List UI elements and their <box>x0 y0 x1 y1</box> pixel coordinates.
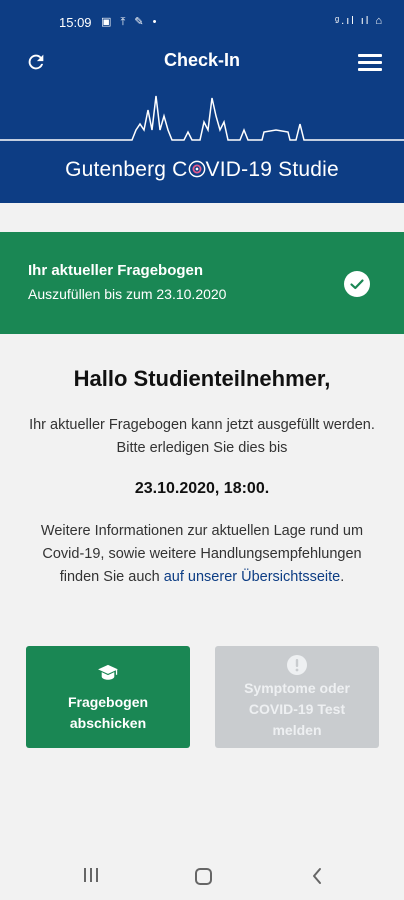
submit-label-line1: Fragebogen <box>67 694 149 710</box>
greeting-heading: Hallo Studienteilnehmer, <box>73 366 331 391</box>
report-label-line1: Symptome oder <box>244 680 350 696</box>
notification-icons: ▣ ⤒ ✎ • <box>101 16 160 28</box>
menu-icon <box>358 53 382 57</box>
study-brand: Gutenberg C VID-19 Studie <box>0 158 404 182</box>
banner-subtitle: Auszufüllen bis zum 23.10.2020 <box>28 286 227 302</box>
brand-text-start: Gutenberg C <box>65 158 188 181</box>
info-paragraph: Weitere Informationen zur aktuellen Lage… <box>26 520 378 589</box>
intro-text: Ihr aktueller Fragebogen kann jetzt ausg… <box>29 417 375 456</box>
submit-questionnaire-button[interactable]: Fragebogen abschicken <box>26 646 190 748</box>
system-navigation-bar <box>0 858 404 896</box>
graduation-cap-icon <box>98 664 118 680</box>
status-bar: 15:09 ▣ ⤒ ✎ • ᵍ.ıl ıl ⌂ <box>0 12 404 36</box>
screen: 15:09 ▣ ⤒ ✎ • ᵍ.ıl ıl ⌂ Check-In Gutenbe… <box>0 0 404 900</box>
report-label-line2: COVID-19 Test <box>248 701 346 717</box>
brand-text-end: VID-19 Studie <box>205 158 339 181</box>
report-symptoms-button[interactable]: Symptome oder COVID-19 Test melden <box>215 646 379 748</box>
overview-page-link[interactable]: auf unserer Übersichtsseite <box>164 569 341 585</box>
recents-button[interactable] <box>83 868 99 884</box>
deadline-text: 23.10.2020, 18:00. <box>134 480 270 497</box>
menu-button[interactable] <box>358 50 382 74</box>
city-skyline-graphic <box>0 95 404 141</box>
status-time: 15:09 <box>59 15 92 30</box>
submit-label-line2: abschicken <box>69 715 147 731</box>
app-header: 15:09 ▣ ⤒ ✎ • ᵍ.ıl ıl ⌂ Check-In Gutenbe… <box>0 0 404 203</box>
app-bar: Check-In <box>0 44 404 78</box>
check-icon <box>344 271 370 297</box>
home-button[interactable] <box>195 868 212 885</box>
rosette-logo-icon <box>188 160 205 178</box>
alert-icon <box>287 655 307 675</box>
page-title: Check-In <box>163 50 241 70</box>
signal-battery-icons: ᵍ.ıl ıl ⌂ <box>335 15 384 27</box>
back-button[interactable] <box>309 866 325 886</box>
banner-title: Ihr aktueller Fragebogen <box>28 262 204 279</box>
info-end: . <box>340 569 345 585</box>
recents-icon <box>84 868 86 882</box>
report-label-line3: melden <box>272 722 322 738</box>
